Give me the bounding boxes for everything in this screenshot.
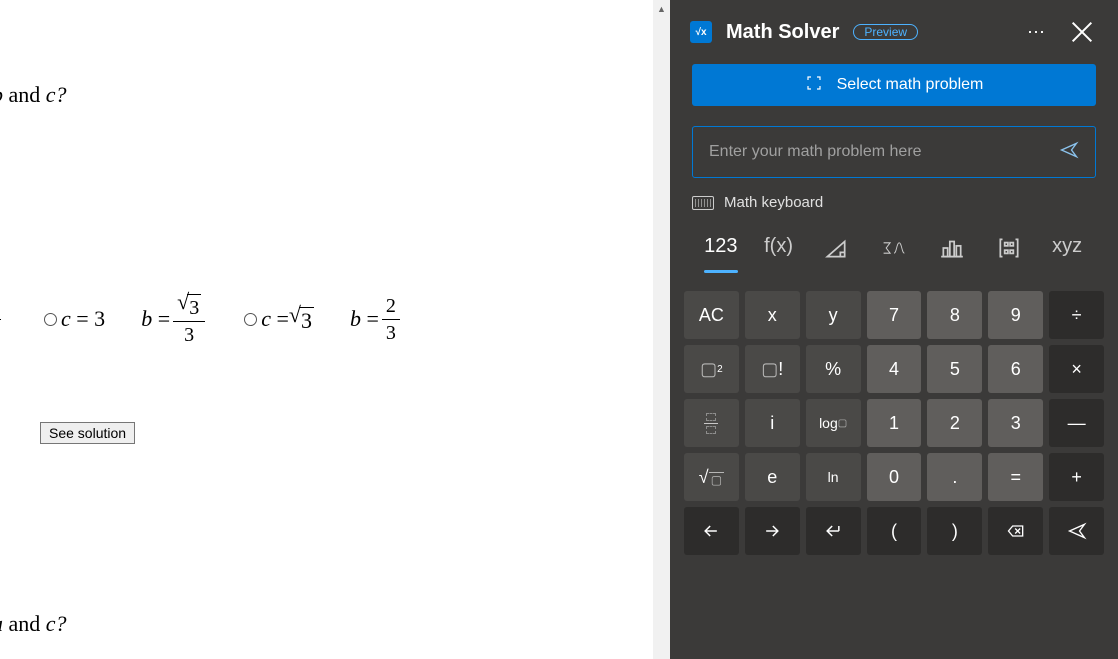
key-i[interactable]: i — [745, 399, 800, 447]
option-b-sqrt3-over-3: b = 3 3 — [141, 290, 208, 348]
tab-stats[interactable] — [923, 229, 981, 273]
vertical-scrollbar[interactable]: ▲ — [653, 0, 670, 659]
tab-fx[interactable]: f(x) — [750, 229, 808, 273]
key-4[interactable]: 4 — [867, 345, 922, 393]
key-square[interactable]: ▢2 — [684, 345, 739, 393]
arrow-left-icon — [701, 521, 721, 541]
question-2-fragment: a and c? — [0, 611, 67, 637]
key-sqrt[interactable]: √▢ — [684, 453, 739, 501]
math-input[interactable] — [709, 143, 1049, 161]
tab-xyz[interactable]: xyz — [1038, 229, 1096, 273]
triangle-icon — [823, 235, 849, 261]
option-c-equals-sqrt3[interactable]: c = 3 — [244, 304, 314, 334]
key-rparen[interactable]: ) — [927, 507, 982, 555]
key-lparen[interactable]: ( — [867, 507, 922, 555]
enter-icon — [823, 521, 843, 541]
key-8[interactable]: 8 — [927, 291, 982, 339]
key-enter[interactable] — [806, 507, 861, 555]
scroll-up-arrow[interactable]: ▲ — [653, 0, 670, 17]
key-0[interactable]: 0 — [867, 453, 922, 501]
tab-123[interactable]: 123 — [692, 229, 750, 273]
key-plus[interactable]: + — [1049, 453, 1104, 501]
backspace-icon — [1006, 521, 1026, 541]
question-1-fragment: b and c? — [0, 82, 67, 108]
key-5[interactable]: 5 — [927, 345, 982, 393]
key-x[interactable]: x — [745, 291, 800, 339]
close-button[interactable] — [1066, 16, 1098, 48]
keypad: AC x y 7 8 9 ÷ ▢2 ▢! % 4 5 6 × i log▢ 1 … — [670, 291, 1118, 555]
sigma-integral-icon — [881, 235, 907, 261]
key-backspace[interactable] — [988, 507, 1043, 555]
fraction-fragment: 3 3 — [0, 293, 4, 346]
matrix-icon — [996, 235, 1022, 261]
key-factorial[interactable]: ▢! — [745, 345, 800, 393]
send-icon — [1067, 521, 1087, 541]
tab-matrix[interactable] — [981, 229, 1039, 273]
select-math-problem-button[interactable]: Select math problem — [692, 64, 1096, 106]
answer-options-row: 3 3 c = 3 b = 3 3 c = 3 — [0, 290, 403, 348]
option-b-2-over-3: b = 2 3 — [350, 293, 403, 346]
key-fraction[interactable] — [684, 399, 739, 447]
key-ln[interactable]: ln — [806, 453, 861, 501]
document-area: b and c? 3 3 c = 3 b = 3 3 — [0, 0, 670, 659]
key-arrow-right[interactable] — [745, 507, 800, 555]
panel-header: √x Math Solver Preview ⋯ — [670, 0, 1118, 64]
key-divide[interactable]: ÷ — [1049, 291, 1104, 339]
key-2[interactable]: 2 — [927, 399, 982, 447]
close-icon — [1066, 16, 1098, 48]
see-solution-button[interactable]: See solution — [40, 422, 135, 444]
preview-badge: Preview — [853, 24, 918, 40]
math-keyboard-toggle[interactable]: Math keyboard — [692, 194, 1096, 211]
key-1[interactable]: 1 — [867, 399, 922, 447]
radio-icon[interactable] — [244, 313, 257, 326]
key-equals[interactable]: = — [988, 453, 1043, 501]
key-3[interactable]: 3 — [988, 399, 1043, 447]
key-dot[interactable]: . — [927, 453, 982, 501]
arrow-right-icon — [762, 521, 782, 541]
key-percent[interactable]: % — [806, 345, 861, 393]
option-c-equals-3[interactable]: c = 3 — [44, 306, 105, 332]
key-e[interactable]: e — [745, 453, 800, 501]
math-solver-icon: √x — [690, 21, 712, 43]
math-solver-panel: √x Math Solver Preview ⋯ Select math pro… — [670, 0, 1118, 659]
keyboard-tabs: 123 f(x) xyz — [670, 229, 1118, 273]
key-y[interactable]: y — [806, 291, 861, 339]
key-multiply[interactable]: × — [1049, 345, 1104, 393]
key-9[interactable]: 9 — [988, 291, 1043, 339]
tab-sigma[interactable] — [865, 229, 923, 273]
key-arrow-left[interactable] — [684, 507, 739, 555]
key-submit[interactable] — [1049, 507, 1104, 555]
more-options-button[interactable]: ⋯ — [1020, 16, 1052, 48]
keyboard-icon — [692, 196, 714, 210]
math-input-row — [692, 126, 1096, 178]
bar-chart-icon — [939, 235, 965, 261]
key-ac[interactable]: AC — [684, 291, 739, 339]
panel-title: Math Solver — [726, 21, 839, 44]
radio-icon[interactable] — [44, 313, 57, 326]
key-6[interactable]: 6 — [988, 345, 1043, 393]
submit-icon[interactable] — [1059, 140, 1079, 165]
key-log[interactable]: log▢ — [806, 399, 861, 447]
key-7[interactable]: 7 — [867, 291, 922, 339]
key-minus[interactable]: — — [1049, 399, 1104, 447]
crop-icon — [805, 74, 823, 97]
tab-triangle[interactable] — [807, 229, 865, 273]
